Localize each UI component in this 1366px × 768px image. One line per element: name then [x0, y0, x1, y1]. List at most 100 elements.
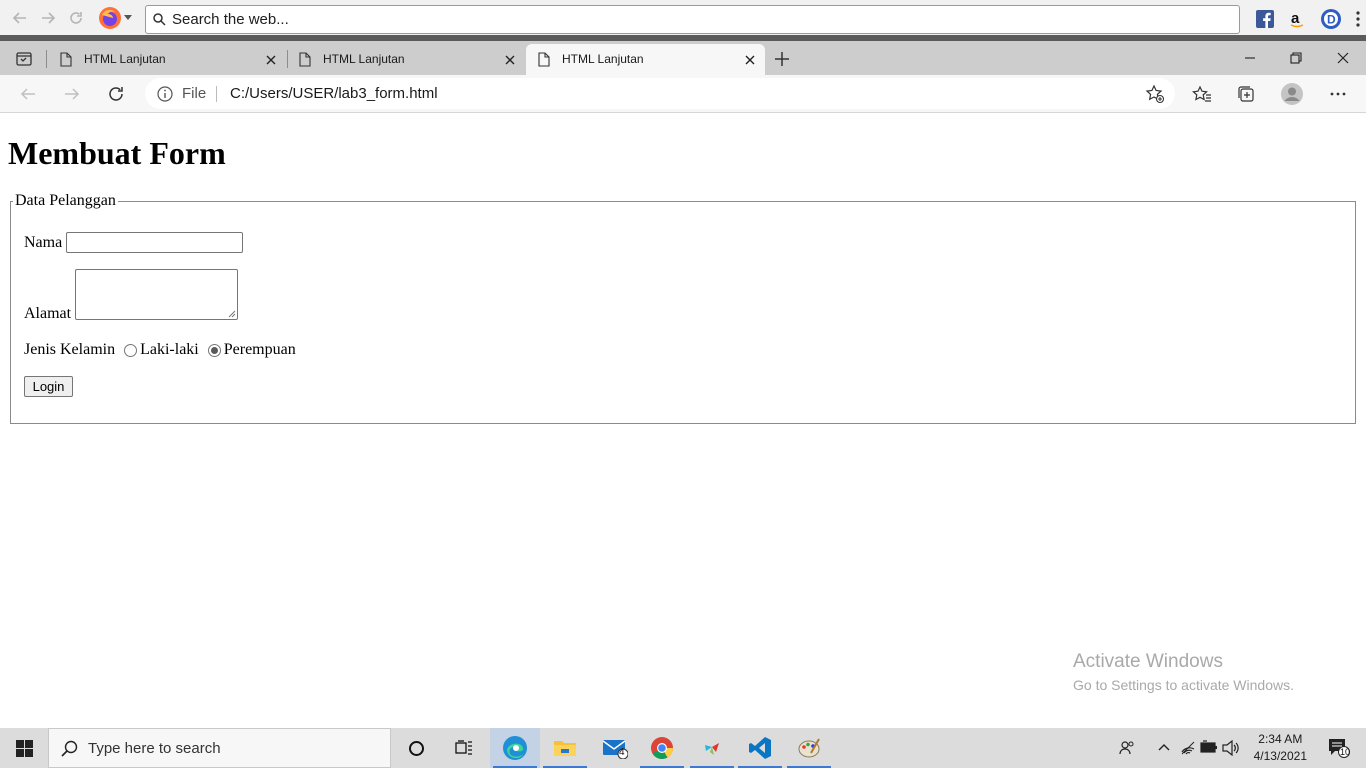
battery-icon[interactable] — [1200, 740, 1218, 754]
search-icon — [153, 13, 166, 26]
radio-label-laki-laki: Laki-laki — [140, 341, 199, 358]
page-title: Membuat Form — [8, 135, 226, 171]
svg-text:D: D — [1327, 13, 1336, 27]
more-dots-icon — [1330, 92, 1346, 96]
cortana-button[interactable] — [391, 728, 441, 768]
close-tab-icon[interactable] — [264, 53, 278, 67]
alamat-textarea[interactable] — [75, 269, 238, 320]
taskbar-vscode[interactable] — [735, 728, 785, 768]
back-arrow-icon[interactable] — [8, 6, 32, 30]
minimize-icon — [1245, 57, 1255, 59]
info-icon[interactable] — [157, 86, 173, 102]
dropdown-caret-icon — [124, 14, 132, 20]
taskbar: Type here to search 4 2:34 AM 4/13/2021 … — [0, 728, 1366, 768]
url-text[interactable]: C:/Users/USER/lab3_form.html — [230, 85, 438, 102]
web-page: Membuat Form Data Pelanggan Nama Alamat … — [0, 114, 1366, 728]
resize-grip-icon[interactable] — [228, 310, 236, 318]
firefox-logo-icon[interactable] — [98, 6, 132, 30]
taskbar-edge[interactable] — [490, 728, 540, 768]
activate-windows-watermark: Activate Windows Go to Settings to activ… — [1073, 651, 1294, 693]
close-icon — [1337, 52, 1349, 64]
folder-icon — [554, 741, 576, 756]
close-window-button[interactable] — [1320, 41, 1366, 75]
edge-browser-icon — [503, 736, 527, 760]
tab-1[interactable]: HTML Lanjutan — [48, 44, 286, 75]
document-icon — [299, 52, 311, 67]
nama-label: Nama — [24, 233, 63, 251]
cortana-circle-icon — [408, 740, 424, 756]
restore-button[interactable] — [1273, 41, 1319, 75]
url-scheme-label: File — [182, 85, 207, 102]
tab-2[interactable]: HTML Lanjutan — [287, 44, 525, 75]
taskbar-file-explorer[interactable] — [540, 728, 590, 768]
people-icon[interactable] — [1119, 740, 1135, 756]
gender-label: Jenis Kelamin — [24, 341, 116, 358]
restore-icon — [1290, 52, 1302, 64]
favorites-button[interactable] — [1191, 83, 1213, 105]
chrome-icon — [651, 737, 673, 759]
forward-arrow-icon — [65, 88, 80, 100]
facebook-icon[interactable] — [1256, 10, 1274, 28]
taskbar-chrome[interactable] — [637, 728, 687, 768]
refresh-button[interactable] — [105, 83, 127, 105]
tab-title: HTML Lanjutan — [562, 52, 644, 66]
forward-arrow-icon[interactable] — [36, 6, 60, 30]
tab-divider — [46, 50, 47, 68]
kebab-menu-icon[interactable] — [1356, 11, 1360, 27]
settings-more-button[interactable] — [1327, 83, 1349, 105]
tab-3-active[interactable]: HTML Lanjutan — [526, 44, 765, 75]
taskbar-search-placeholder: Type here to search — [88, 739, 221, 757]
forward-button[interactable] — [61, 83, 83, 105]
wifi-icon[interactable] — [1180, 740, 1196, 756]
gender-row: Jenis Kelamin Laki-laki Perempuan — [24, 341, 296, 359]
tab-title: HTML Lanjutan — [323, 52, 405, 66]
action-center-button[interactable]: 10 — [1328, 738, 1350, 758]
radio-laki-laki[interactable] — [124, 343, 138, 357]
reload-icon — [109, 87, 123, 101]
chevron-up-icon[interactable] — [1158, 743, 1170, 751]
collections-button[interactable] — [1235, 83, 1257, 105]
minimize-button[interactable] — [1227, 41, 1273, 75]
reload-icon[interactable] — [64, 6, 88, 30]
login-button[interactable]: Login — [24, 376, 73, 397]
taskbar-paint[interactable] — [784, 728, 834, 768]
fieldset-legend: Data Pelanggan — [13, 192, 118, 210]
document-icon — [60, 52, 72, 67]
back-button[interactable] — [17, 83, 39, 105]
task-view-button[interactable] — [439, 728, 489, 768]
web-search-box[interactable]: Search the web... — [145, 5, 1240, 34]
radio-perempuan[interactable] — [207, 343, 221, 357]
paint-palette-icon — [798, 738, 820, 758]
document-icon — [538, 52, 550, 67]
collections-icon — [1238, 86, 1254, 102]
start-button[interactable] — [0, 728, 48, 768]
new-tab-plus-icon[interactable] — [772, 49, 792, 69]
alamat-label: Alamat — [24, 305, 72, 322]
close-tab-icon[interactable] — [743, 53, 757, 67]
nama-input[interactable] — [66, 232, 244, 253]
system-clock[interactable]: 2:34 AM 4/13/2021 — [1254, 731, 1307, 765]
extension-d-icon[interactable]: D — [1320, 8, 1342, 30]
taskbar-search-box[interactable]: Type here to search — [48, 728, 391, 768]
amazon-icon[interactable]: a — [1288, 10, 1306, 28]
back-arrow-icon — [20, 88, 35, 100]
svg-text:a: a — [1291, 10, 1300, 27]
taskbar-app-dots[interactable] — [687, 728, 737, 768]
profile-button[interactable] — [1281, 83, 1303, 105]
tab-strip: HTML Lanjutan HTML Lanjutan HTML Lanjuta… — [0, 41, 1366, 75]
watermark-subtitle: Go to Settings to activate Windows. — [1073, 677, 1294, 693]
mail-badge-count: 4 — [619, 747, 625, 758]
search-icon — [61, 740, 78, 757]
volume-icon[interactable] — [1222, 740, 1240, 756]
system-tray — [1106, 728, 1366, 768]
add-favorite-icon[interactable] — [1145, 84, 1165, 104]
url-divider — [216, 86, 217, 102]
tab-actions-icon[interactable] — [9, 49, 39, 69]
tab-title: HTML Lanjutan — [84, 52, 166, 66]
task-view-icon — [455, 740, 472, 755]
url-bar[interactable]: File C:/Users/USER/lab3_form.html — [145, 78, 1175, 109]
close-tab-icon[interactable] — [503, 53, 517, 67]
favorites-icon — [1192, 85, 1211, 102]
app-pinwheel-icon — [705, 743, 719, 755]
taskbar-mail[interactable]: 4 — [590, 728, 640, 768]
